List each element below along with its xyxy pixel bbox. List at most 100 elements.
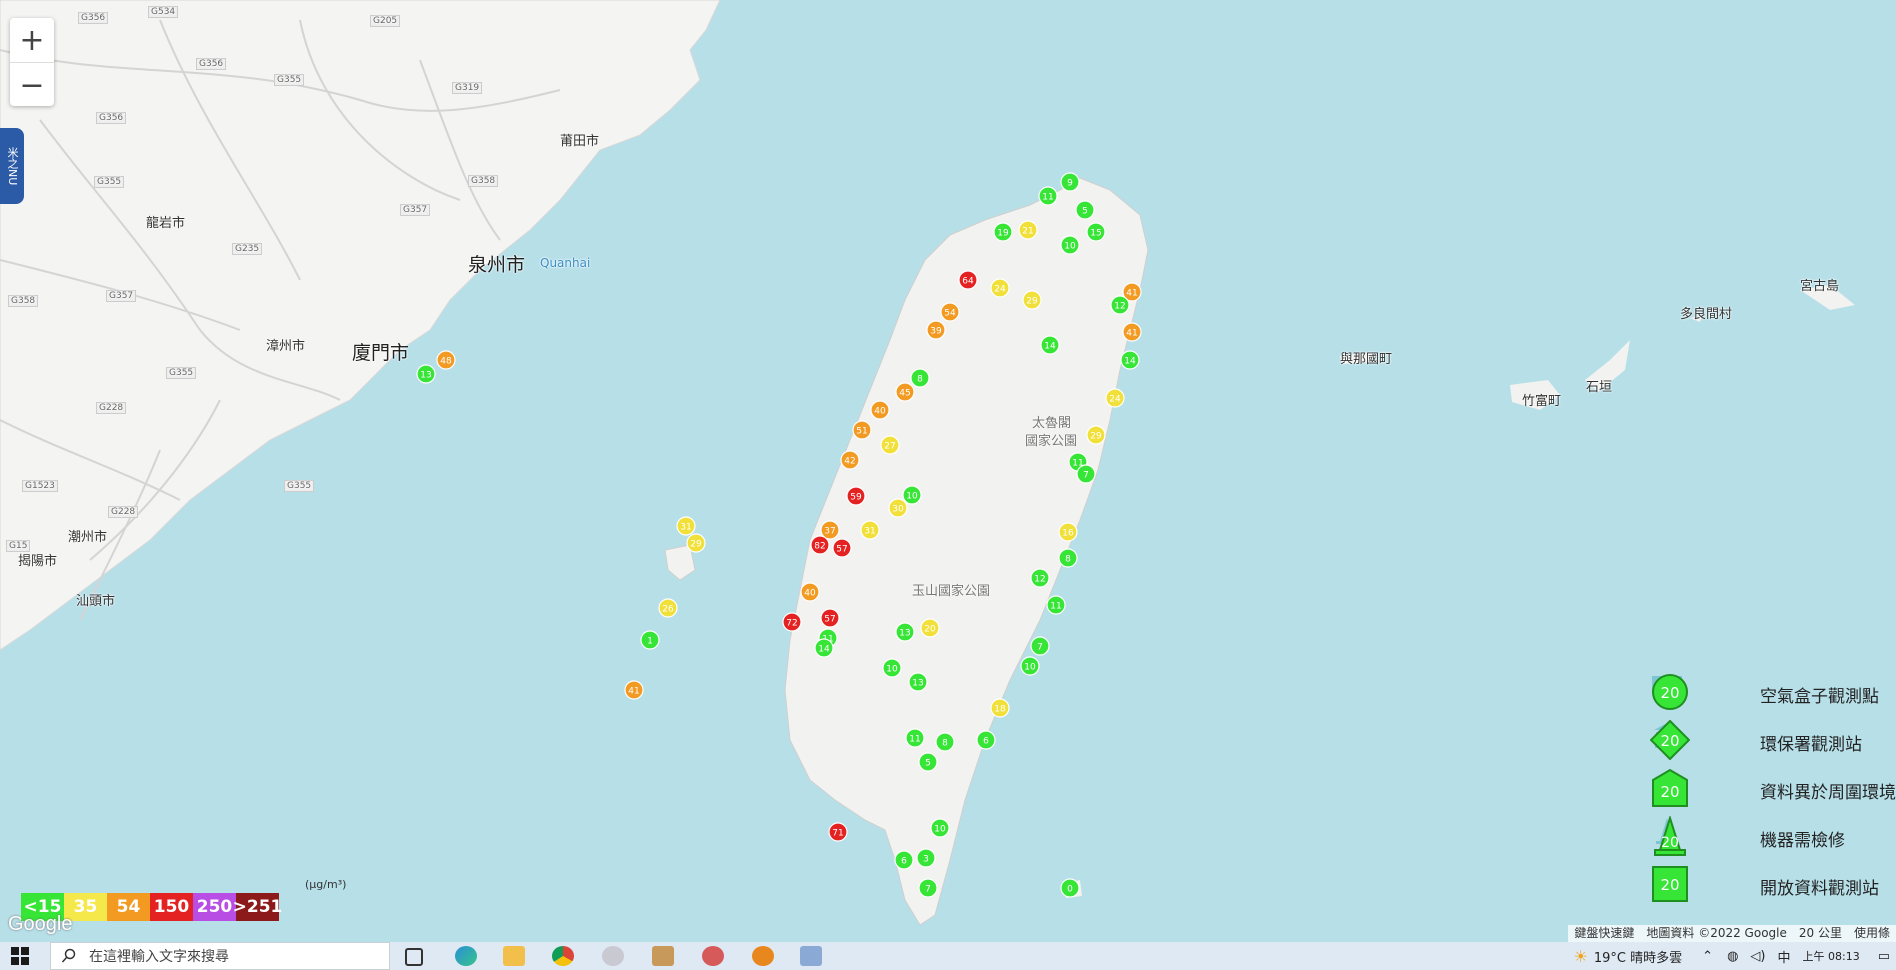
chrome-browser-icon[interactable] bbox=[552, 946, 574, 966]
station-marker[interactable]: 8 bbox=[1058, 548, 1078, 568]
app-icon[interactable] bbox=[652, 946, 674, 966]
station-marker[interactable]: 27 bbox=[880, 435, 900, 455]
station-marker[interactable]: 15 bbox=[1086, 222, 1106, 242]
station-marker[interactable]: 14 bbox=[814, 638, 834, 658]
station-marker[interactable]: 1 bbox=[640, 630, 660, 650]
station-marker[interactable]: 0 bbox=[1060, 878, 1080, 898]
station-marker[interactable]: 48 bbox=[436, 350, 456, 370]
station-marker[interactable]: 13 bbox=[908, 672, 928, 692]
weather-text[interactable]: 19°C 晴時多雲 bbox=[1594, 947, 1682, 966]
station-marker[interactable]: 59 bbox=[846, 486, 866, 506]
station-marker[interactable]: 41 bbox=[624, 680, 644, 700]
station-marker[interactable]: 54 bbox=[940, 302, 960, 322]
station-value: 10 bbox=[934, 825, 946, 835]
station-marker[interactable]: 7 bbox=[1030, 636, 1050, 656]
station-marker[interactable]: 16 bbox=[1058, 522, 1078, 542]
station-marker[interactable]: 13 bbox=[895, 622, 915, 642]
station-marker[interactable]: 42 bbox=[840, 450, 860, 470]
edge-browser-icon[interactable] bbox=[455, 946, 477, 966]
station-value: 82 bbox=[814, 542, 825, 552]
station-marker[interactable]: 10 bbox=[1060, 235, 1080, 255]
station-marker[interactable]: 29 bbox=[1086, 425, 1106, 445]
station-marker[interactable]: 11 bbox=[905, 728, 925, 748]
station-value: 29 bbox=[1026, 297, 1038, 307]
station-marker[interactable]: 19 bbox=[993, 222, 1013, 242]
station-marker[interactable]: 31 bbox=[860, 520, 880, 540]
ime-indicator[interactable]: 中 bbox=[1777, 947, 1790, 966]
station-marker[interactable]: 30 bbox=[888, 498, 908, 518]
station-marker[interactable]: 39 bbox=[926, 320, 946, 340]
station-value: 11 bbox=[909, 735, 920, 745]
station-marker[interactable]: 29 bbox=[1022, 290, 1042, 310]
terms-link[interactable]: 使用條 bbox=[1848, 925, 1896, 942]
notification-icon[interactable]: ▭ bbox=[1878, 949, 1890, 964]
station-marker[interactable]: 31 bbox=[676, 516, 696, 536]
station-marker[interactable]: 9 bbox=[1060, 172, 1080, 192]
road-shield: G358 bbox=[468, 175, 499, 187]
station-marker[interactable]: 8 bbox=[910, 368, 930, 388]
zoom-in-button[interactable]: + bbox=[10, 18, 54, 63]
station-marker[interactable]: 5 bbox=[1075, 200, 1095, 220]
volume-icon[interactable]: ◁) bbox=[1750, 949, 1765, 964]
station-marker[interactable]: 10 bbox=[902, 485, 922, 505]
station-marker[interactable]: 8 bbox=[935, 732, 955, 752]
station-marker[interactable]: 12 bbox=[1110, 295, 1130, 315]
station-marker[interactable]: 72 bbox=[782, 612, 802, 632]
zoom-out-button[interactable]: − bbox=[10, 63, 54, 107]
station-value: 12 bbox=[1114, 302, 1125, 312]
file-explorer-icon[interactable] bbox=[503, 946, 525, 966]
station-value: 29 bbox=[690, 540, 702, 550]
svg-text:20: 20 bbox=[1661, 835, 1679, 851]
station-marker[interactable]: 7 bbox=[1076, 464, 1096, 484]
station-marker[interactable]: 3 bbox=[916, 848, 936, 868]
station-value: 10 bbox=[1064, 242, 1076, 252]
chevron-up-icon[interactable]: ⌃ bbox=[1702, 949, 1713, 964]
app-icon[interactable] bbox=[702, 946, 724, 966]
station-marker[interactable]: 18 bbox=[990, 698, 1010, 718]
station-marker[interactable]: 6 bbox=[894, 850, 914, 870]
station-marker[interactable]: 24 bbox=[1105, 388, 1125, 408]
station-marker[interactable]: 41 bbox=[1122, 322, 1142, 342]
station-marker[interactable]: 6 bbox=[976, 730, 996, 750]
scale-unit: (μg/m³) bbox=[305, 878, 347, 891]
station-marker[interactable]: 10 bbox=[882, 658, 902, 678]
station-marker[interactable]: 24 bbox=[990, 278, 1010, 298]
station-marker[interactable]: 51 bbox=[852, 420, 872, 440]
keyboard-shortcuts-link[interactable]: 鍵盤快速鍵 bbox=[1568, 925, 1640, 942]
station-marker[interactable]: 14 bbox=[1040, 335, 1060, 355]
station-marker[interactable]: 20 bbox=[920, 618, 940, 638]
legend-value: 20 bbox=[1660, 684, 1679, 702]
station-marker[interactable]: 13 bbox=[416, 364, 436, 384]
map-canvas[interactable]: 9 11 5 19 21 15 10 64 24 29 41 12 54 39 14 8 45 40 51 27 42 5… bbox=[0, 0, 1896, 942]
taskbar-search-box[interactable]: 在這裡輸入文字來搜尋 bbox=[50, 942, 390, 970]
station-marker[interactable]: 7 bbox=[918, 878, 938, 898]
station-marker[interactable]: 10 bbox=[930, 818, 950, 838]
station-marker[interactable]: 64 bbox=[958, 270, 978, 290]
station-marker[interactable]: 10 bbox=[1020, 656, 1040, 676]
windows-start-icon[interactable] bbox=[10, 946, 30, 966]
station-marker[interactable]: 11 bbox=[1046, 595, 1066, 615]
app-icon[interactable] bbox=[800, 946, 822, 966]
station-marker[interactable]: 21 bbox=[1018, 220, 1038, 240]
station-marker[interactable]: 5 bbox=[918, 752, 938, 772]
station-marker[interactable]: 14 bbox=[1120, 350, 1140, 370]
blender-icon[interactable] bbox=[752, 946, 774, 966]
network-icon[interactable]: ◍ bbox=[1727, 949, 1738, 964]
station-marker[interactable]: 12 bbox=[1030, 568, 1050, 588]
station-marker[interactable]: 29 bbox=[686, 533, 706, 553]
station-marker[interactable]: 45 bbox=[895, 382, 915, 402]
station-marker[interactable]: 40 bbox=[800, 582, 820, 602]
side-panel-tab[interactable]: 米之NU bbox=[0, 128, 24, 204]
clock[interactable]: 上午 08:13 bbox=[1803, 948, 1860, 964]
app-icon[interactable] bbox=[602, 946, 624, 966]
station-marker[interactable]: 40 bbox=[870, 400, 890, 420]
station-marker[interactable]: 11 bbox=[1038, 186, 1058, 206]
station-marker[interactable]: 57 bbox=[832, 538, 852, 558]
station-marker[interactable]: 82 bbox=[810, 535, 830, 555]
station-marker[interactable]: 26 bbox=[658, 598, 678, 618]
station-marker[interactable]: 57 bbox=[820, 608, 840, 628]
task-view-icon[interactable] bbox=[405, 948, 423, 966]
scale-bar[interactable]: 20 公里 bbox=[1793, 925, 1848, 942]
station-marker[interactable]: 71 bbox=[828, 822, 848, 842]
station-value: 1 bbox=[647, 637, 653, 647]
